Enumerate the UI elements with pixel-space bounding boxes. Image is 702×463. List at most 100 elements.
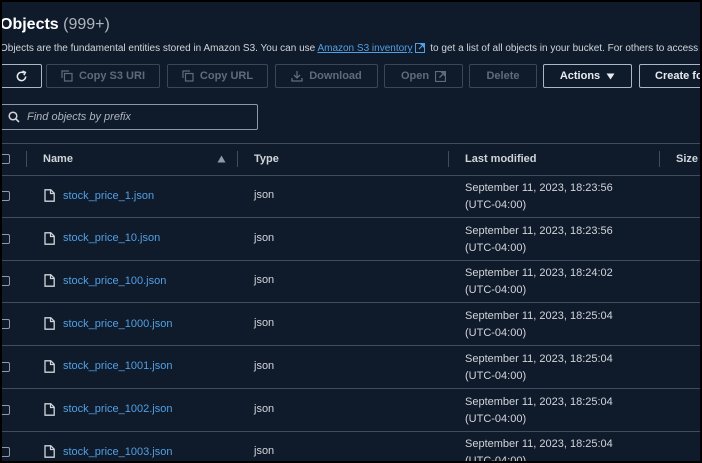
object-name-cell: stock_price_10.json [44, 231, 160, 245]
object-name-link[interactable]: stock_price_1002.json [63, 403, 172, 415]
last-modified-cell: September 11, 2023, 18:25:04 (UTC-04:00) [465, 436, 613, 463]
page-description: Objects are the fundamental entities sto… [0, 43, 702, 54]
search-placeholder: Find objects by prefix [27, 111, 131, 123]
object-name-link[interactable]: stock_price_1.json [63, 190, 154, 202]
last-modified-cell: September 11, 2023, 18:25:04 (UTC-04:00) [465, 308, 613, 342]
table-row[interactable]: stock_price_1002.json json September 11, 2… [2, 389, 700, 432]
last-modified-timezone: (UTC-04:00) [465, 284, 527, 297]
row-checkbox[interactable] [2, 361, 10, 372]
column-header-last-modified[interactable]: Last modified [465, 153, 537, 165]
object-name-cell: stock_price_100.json [44, 274, 166, 288]
last-modified-cell: September 11, 2023, 18:25:04 (UTC-04:00) [465, 394, 613, 428]
file-icon [44, 231, 55, 245]
last-modified-cell: September 11, 2023, 18:24:02 (UTC-04:00) [465, 265, 613, 299]
row-checkbox[interactable] [2, 233, 10, 244]
actions-dropdown[interactable]: Actions [543, 64, 632, 88]
file-icon [44, 402, 55, 416]
open-label: Open [400, 70, 430, 82]
external-link-icon [435, 70, 447, 82]
row-checkbox[interactable] [2, 404, 10, 415]
object-type: json [254, 445, 275, 458]
object-name-cell: stock_price_1003.json [44, 445, 172, 459]
refresh-button[interactable] [2, 64, 42, 88]
create-folder-button[interactable]: Create fo [639, 64, 702, 88]
file-icon [44, 317, 55, 330]
page-title: Objects (999+) [0, 16, 110, 34]
object-name-link[interactable]: stock_price_1001.json [63, 360, 172, 372]
column-header-name[interactable]: Name [43, 153, 73, 165]
object-name-link[interactable]: stock_price_1000.json [63, 318, 172, 330]
row-checkbox[interactable] [2, 191, 10, 201]
object-type: json [254, 402, 275, 415]
object-name-cell: stock_price_1000.json [44, 317, 172, 330]
last-modified-date: September 11, 2023, 18:24:02 [465, 267, 613, 280]
object-name-link[interactable]: stock_price_1003.json [63, 446, 172, 458]
last-modified-timezone: (UTC-04:00) [465, 241, 527, 254]
copy-url-label: Copy URL [199, 70, 254, 82]
description-suffix: to get a list of all objects in your buc… [427, 43, 702, 54]
object-name-cell: stock_price_1.json [44, 189, 154, 202]
column-divider[interactable] [659, 151, 660, 167]
table-row[interactable]: stock_price_100.json json September 11, 20… [2, 260, 700, 304]
download-button[interactable]: Download [275, 64, 378, 88]
title-text: Objects [0, 16, 59, 33]
object-type: json [254, 317, 275, 330]
table-row[interactable]: stock_price_1000.json json September 11, 2… [2, 303, 700, 347]
last-modified-timezone: (UTC-04:00) [465, 455, 527, 463]
external-link-icon[interactable] [414, 43, 425, 53]
last-modified-date: September 11, 2023, 18:25:04 [465, 438, 613, 451]
file-icon [44, 359, 55, 373]
create-folder-label: Create fo [655, 70, 702, 82]
description-prefix: Objects are the fundamental entities sto… [0, 43, 318, 54]
object-type: json [254, 274, 275, 287]
column-divider[interactable] [448, 151, 449, 167]
object-name-link[interactable]: stock_price_100.json [63, 275, 166, 287]
delete-button[interactable]: Delete [469, 64, 537, 88]
last-modified-cell: September 11, 2023, 18:23:56 (UTC-04:00) [465, 223, 613, 257]
column-header-size[interactable]: Size [676, 153, 698, 165]
delete-label: Delete [486, 70, 520, 82]
file-icon [44, 189, 55, 202]
last-modified-timezone: (UTC-04:00) [465, 199, 527, 211]
last-modified-date: September 11, 2023, 18:25:04 [465, 352, 613, 365]
column-header-type[interactable]: Type [254, 153, 279, 165]
object-type: json [254, 359, 275, 372]
last-modified-timezone: (UTC-04:00) [465, 327, 527, 340]
copy-icon [61, 70, 73, 82]
last-modified-date: September 11, 2023, 18:25:04 [465, 395, 613, 408]
file-icon [44, 274, 55, 288]
object-name-cell: stock_price_1002.json [44, 402, 172, 416]
object-type: json [254, 231, 275, 244]
table-row[interactable]: stock_price_1.json json September 11, 2023… [2, 175, 700, 218]
refresh-icon [16, 69, 26, 81]
table-row[interactable]: stock_price_10.json json September 11, 202… [2, 218, 700, 261]
last-modified-cell: September 11, 2023, 18:23:56 (UTC-04:00) [465, 180, 613, 214]
select-all-checkbox[interactable] [2, 154, 10, 164]
last-modified-cell: September 11, 2023, 18:25:04 (UTC-04:00) [465, 351, 613, 385]
last-modified-date: September 11, 2023, 18:23:56 [465, 224, 613, 237]
column-divider [26, 151, 27, 167]
column-divider[interactable] [237, 151, 238, 167]
sort-ascending-icon[interactable] [217, 155, 226, 163]
search-icon [8, 111, 20, 123]
download-icon [291, 71, 303, 82]
row-checkbox[interactable] [2, 276, 10, 287]
search-input[interactable]: Find objects by prefix [2, 104, 258, 130]
object-count: (999+) [63, 16, 110, 33]
copy-s3-uri-button[interactable]: Copy S3 URI [46, 64, 160, 88]
open-button[interactable]: Open [384, 64, 463, 88]
row-checkbox[interactable] [2, 319, 10, 330]
copy-url-button[interactable]: Copy URL [167, 64, 268, 88]
actions-label: Actions [559, 70, 601, 82]
table-row[interactable]: stock_price_1003.json json September 11, 2… [2, 431, 700, 463]
table-row[interactable]: stock_price_1001.json json September 11, 2… [2, 346, 700, 389]
copy-s3-uri-label: Copy S3 URI [78, 70, 145, 82]
inventory-link[interactable]: Amazon S3 inventory [317, 43, 412, 54]
row-checkbox[interactable] [2, 447, 10, 458]
object-name-link[interactable]: stock_price_10.json [63, 232, 160, 244]
caret-down-icon [606, 73, 615, 79]
last-modified-date: September 11, 2023, 18:25:04 [465, 310, 613, 323]
file-icon [44, 445, 55, 459]
objects-panel: Objects (999+) Objects are the fundament… [0, 2, 702, 463]
s3-objects-window: Objects (999+) Objects are the fundament… [0, 0, 702, 463]
